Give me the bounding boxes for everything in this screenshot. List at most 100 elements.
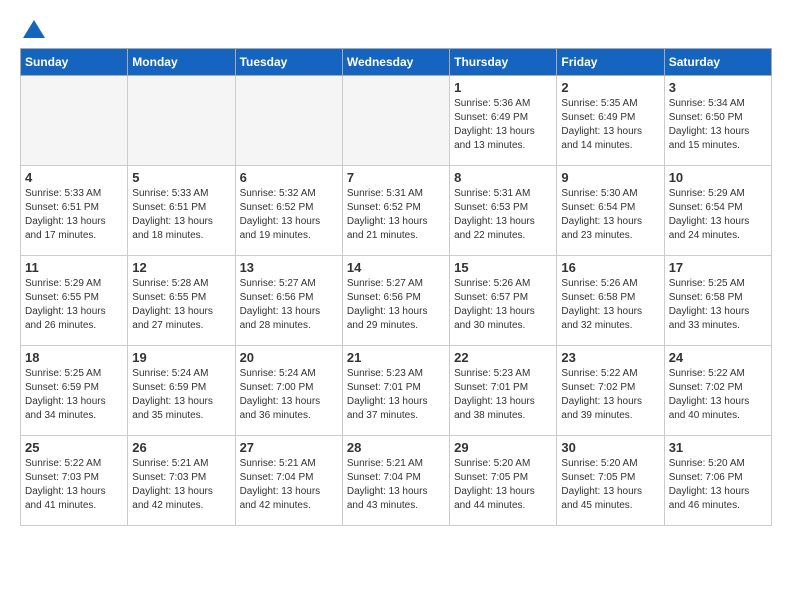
calendar-cell: 26Sunrise: 5:21 AM Sunset: 7:03 PM Dayli…	[128, 436, 235, 526]
calendar-cell: 29 Sunrise: 5:20 AM Sunset: 7:05 PM Dayli…	[450, 436, 557, 526]
day-number: 24	[669, 350, 767, 365]
day-info: Sunrise: 5:22 AM Sunset: 7:03 PM Dayligh…	[25, 457, 123, 513]
calendar-cell: 13 Sunrise: 5:27 AM Sunset: 6:56 PM Dayli…	[235, 256, 342, 346]
day-number: 7	[347, 170, 445, 185]
day-number: 23	[561, 350, 659, 365]
calendar-cell	[342, 76, 449, 166]
day-info: Sunrise: 5:28 AM Sunset: 6:55 PM Dayligh…	[132, 277, 230, 333]
day-number: 14	[347, 260, 445, 275]
weekday-header-thursday: Thursday	[450, 49, 557, 76]
day-number: 11	[25, 260, 123, 275]
day-number: 31	[669, 440, 767, 455]
calendar-cell: 16 Sunrise: 5:26 AM Sunset: 6:58 PM Dayli…	[557, 256, 664, 346]
calendar-cell: 1 Sunrise: 5:36 AM Sunset: 6:49 PM Daylig…	[450, 76, 557, 166]
day-info: Sunrise: 5:35 AM Sunset: 6:49 PM Dayligh…	[561, 97, 659, 153]
calendar-cell: 31Sunrise: 5:20 AM Sunset: 7:06 PM Dayli…	[664, 436, 771, 526]
calendar-body: 1 Sunrise: 5:36 AM Sunset: 6:49 PM Daylig…	[21, 76, 772, 526]
day-number: 1	[454, 80, 552, 95]
weekday-header-saturday: Saturday	[664, 49, 771, 76]
day-number: 15	[454, 260, 552, 275]
week-row-2: 4 Sunrise: 5:33 AM Sunset: 6:51 PM Daylig…	[21, 166, 772, 256]
day-number: 10	[669, 170, 767, 185]
week-row-1: 1 Sunrise: 5:36 AM Sunset: 6:49 PM Daylig…	[21, 76, 772, 166]
weekday-header-friday: Friday	[557, 49, 664, 76]
day-number: 9	[561, 170, 659, 185]
day-info: Sunrise: 5:20 AM Sunset: 7:05 PM Dayligh…	[454, 457, 552, 513]
calendar-cell: 24 Sunrise: 5:22 AM Sunset: 7:02 PM Dayli…	[664, 346, 771, 436]
day-number: 2	[561, 80, 659, 95]
day-info: Sunrise: 5:27 AM Sunset: 6:56 PM Dayligh…	[347, 277, 445, 333]
day-info: Sunrise: 5:23 AM Sunset: 7:01 PM Dayligh…	[347, 367, 445, 423]
calendar-cell: 7 Sunrise: 5:31 AM Sunset: 6:52 PM Daylig…	[342, 166, 449, 256]
calendar-cell: 10 Sunrise: 5:29 AM Sunset: 6:54 PM Dayli…	[664, 166, 771, 256]
day-info: Sunrise: 5:29 AM Sunset: 6:54 PM Dayligh…	[669, 187, 767, 243]
calendar-header: SundayMondayTuesdayWednesdayThursdayFrid…	[21, 49, 772, 76]
calendar-cell: 4 Sunrise: 5:33 AM Sunset: 6:51 PM Daylig…	[21, 166, 128, 256]
weekday-header-sunday: Sunday	[21, 49, 128, 76]
day-number: 5	[132, 170, 230, 185]
day-info: Sunrise: 5:32 AM Sunset: 6:52 PM Dayligh…	[240, 187, 338, 243]
day-number: 17	[669, 260, 767, 275]
day-number: 26	[132, 440, 230, 455]
day-number: 16	[561, 260, 659, 275]
page-header	[20, 20, 772, 38]
day-info: Sunrise: 5:22 AM Sunset: 7:02 PM Dayligh…	[669, 367, 767, 423]
calendar-cell: 27Sunrise: 5:21 AM Sunset: 7:04 PM Dayli…	[235, 436, 342, 526]
day-number: 3	[669, 80, 767, 95]
day-info: Sunrise: 5:26 AM Sunset: 6:57 PM Dayligh…	[454, 277, 552, 333]
weekday-header-monday: Monday	[128, 49, 235, 76]
day-number: 4	[25, 170, 123, 185]
calendar-cell: 20Sunrise: 5:24 AM Sunset: 7:00 PM Dayli…	[235, 346, 342, 436]
day-info: Sunrise: 5:31 AM Sunset: 6:52 PM Dayligh…	[347, 187, 445, 243]
day-info: Sunrise: 5:25 AM Sunset: 6:59 PM Dayligh…	[25, 367, 123, 423]
day-number: 29	[454, 440, 552, 455]
calendar-cell: 21 Sunrise: 5:23 AM Sunset: 7:01 PM Dayli…	[342, 346, 449, 436]
calendar-cell: 3 Sunrise: 5:34 AM Sunset: 6:50 PM Daylig…	[664, 76, 771, 166]
day-number: 25	[25, 440, 123, 455]
calendar-cell: 28 Sunrise: 5:21 AM Sunset: 7:04 PM Dayli…	[342, 436, 449, 526]
calendar-cell: 17 Sunrise: 5:25 AM Sunset: 6:58 PM Dayli…	[664, 256, 771, 346]
day-info: Sunrise: 5:24 AM Sunset: 6:59 PM Dayligh…	[132, 367, 230, 423]
calendar-cell	[21, 76, 128, 166]
day-number: 19	[132, 350, 230, 365]
calendar-cell: 12 Sunrise: 5:28 AM Sunset: 6:55 PM Dayli…	[128, 256, 235, 346]
day-number: 18	[25, 350, 123, 365]
week-row-3: 11 Sunrise: 5:29 AM Sunset: 6:55 PM Dayli…	[21, 256, 772, 346]
day-info: Sunrise: 5:29 AM Sunset: 6:55 PM Dayligh…	[25, 277, 123, 333]
day-info: Sunrise: 5:33 AM Sunset: 6:51 PM Dayligh…	[25, 187, 123, 243]
calendar-cell: 5 Sunrise: 5:33 AM Sunset: 6:51 PM Daylig…	[128, 166, 235, 256]
weekday-header-tuesday: Tuesday	[235, 49, 342, 76]
day-info: Sunrise: 5:25 AM Sunset: 6:58 PM Dayligh…	[669, 277, 767, 333]
day-info: Sunrise: 5:34 AM Sunset: 6:50 PM Dayligh…	[669, 97, 767, 153]
week-row-5: 25 Sunrise: 5:22 AM Sunset: 7:03 PM Dayli…	[21, 436, 772, 526]
calendar-cell: 8Sunrise: 5:31 AM Sunset: 6:53 PM Daylig…	[450, 166, 557, 256]
calendar-cell: 30 Sunrise: 5:20 AM Sunset: 7:05 PM Dayli…	[557, 436, 664, 526]
day-info: Sunrise: 5:21 AM Sunset: 7:04 PM Dayligh…	[347, 457, 445, 513]
day-number: 12	[132, 260, 230, 275]
day-number: 21	[347, 350, 445, 365]
logo-icon	[23, 20, 45, 38]
day-number: 30	[561, 440, 659, 455]
day-info: Sunrise: 5:26 AM Sunset: 6:58 PM Dayligh…	[561, 277, 659, 333]
day-info: Sunrise: 5:27 AM Sunset: 6:56 PM Dayligh…	[240, 277, 338, 333]
day-info: Sunrise: 5:33 AM Sunset: 6:51 PM Dayligh…	[132, 187, 230, 243]
day-number: 13	[240, 260, 338, 275]
calendar-cell: 18 Sunrise: 5:25 AM Sunset: 6:59 PM Dayli…	[21, 346, 128, 436]
day-number: 27	[240, 440, 338, 455]
calendar-cell: 15 Sunrise: 5:26 AM Sunset: 6:57 PM Dayli…	[450, 256, 557, 346]
day-info: Sunrise: 5:24 AM Sunset: 7:00 PM Dayligh…	[240, 367, 338, 423]
day-info: Sunrise: 5:36 AM Sunset: 6:49 PM Dayligh…	[454, 97, 552, 153]
day-info: Sunrise: 5:30 AM Sunset: 6:54 PM Dayligh…	[561, 187, 659, 243]
day-info: Sunrise: 5:22 AM Sunset: 7:02 PM Dayligh…	[561, 367, 659, 423]
calendar-cell: 9 Sunrise: 5:30 AM Sunset: 6:54 PM Daylig…	[557, 166, 664, 256]
day-info: Sunrise: 5:20 AM Sunset: 7:05 PM Dayligh…	[561, 457, 659, 513]
calendar-cell: 19 Sunrise: 5:24 AM Sunset: 6:59 PM Dayli…	[128, 346, 235, 436]
day-number: 28	[347, 440, 445, 455]
day-number: 22	[454, 350, 552, 365]
calendar-cell: 2 Sunrise: 5:35 AM Sunset: 6:49 PM Daylig…	[557, 76, 664, 166]
calendar-cell: 25 Sunrise: 5:22 AM Sunset: 7:03 PM Dayli…	[21, 436, 128, 526]
calendar-table: SundayMondayTuesdayWednesdayThursdayFrid…	[20, 48, 772, 526]
day-number: 8	[454, 170, 552, 185]
week-row-4: 18 Sunrise: 5:25 AM Sunset: 6:59 PM Dayli…	[21, 346, 772, 436]
calendar-cell: 11 Sunrise: 5:29 AM Sunset: 6:55 PM Dayli…	[21, 256, 128, 346]
